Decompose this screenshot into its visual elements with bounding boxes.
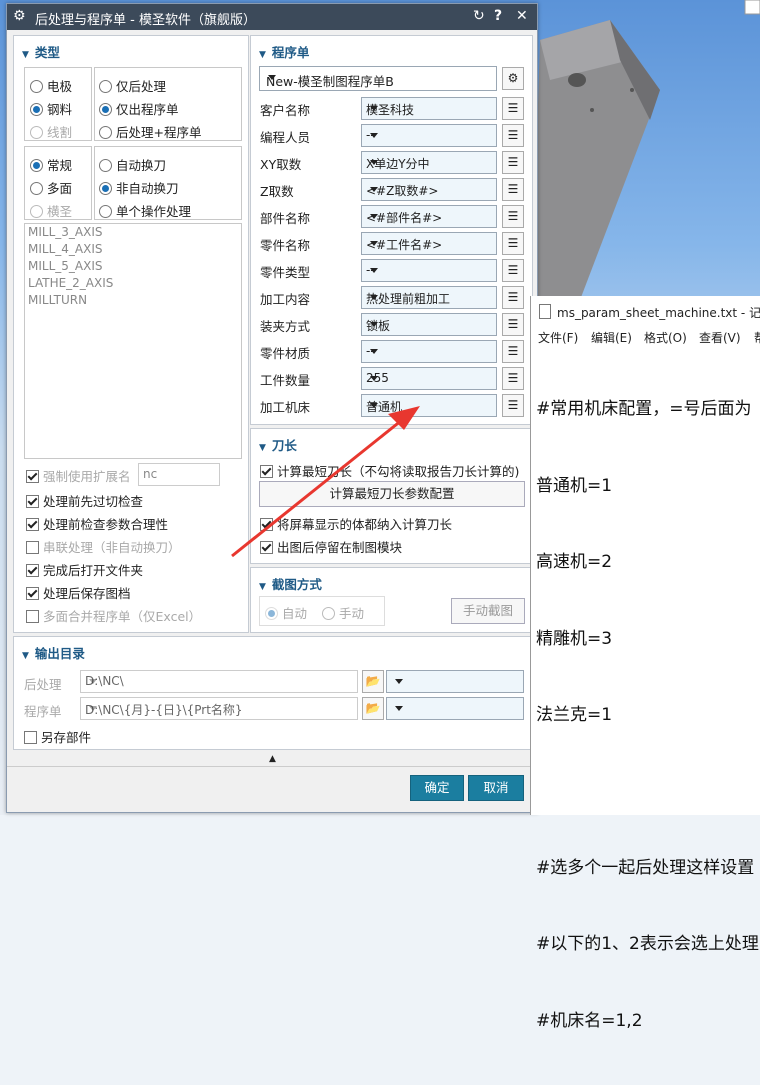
annotation-arrow xyxy=(231,406,420,558)
text-line: #机床名=1,2 xyxy=(536,1010,643,1031)
text-line: #选多个一起后处理这样设置 xyxy=(536,857,755,878)
text-line: #以下的1、2表示会选上处理 xyxy=(536,934,759,954)
arrow-shaft xyxy=(231,418,403,558)
